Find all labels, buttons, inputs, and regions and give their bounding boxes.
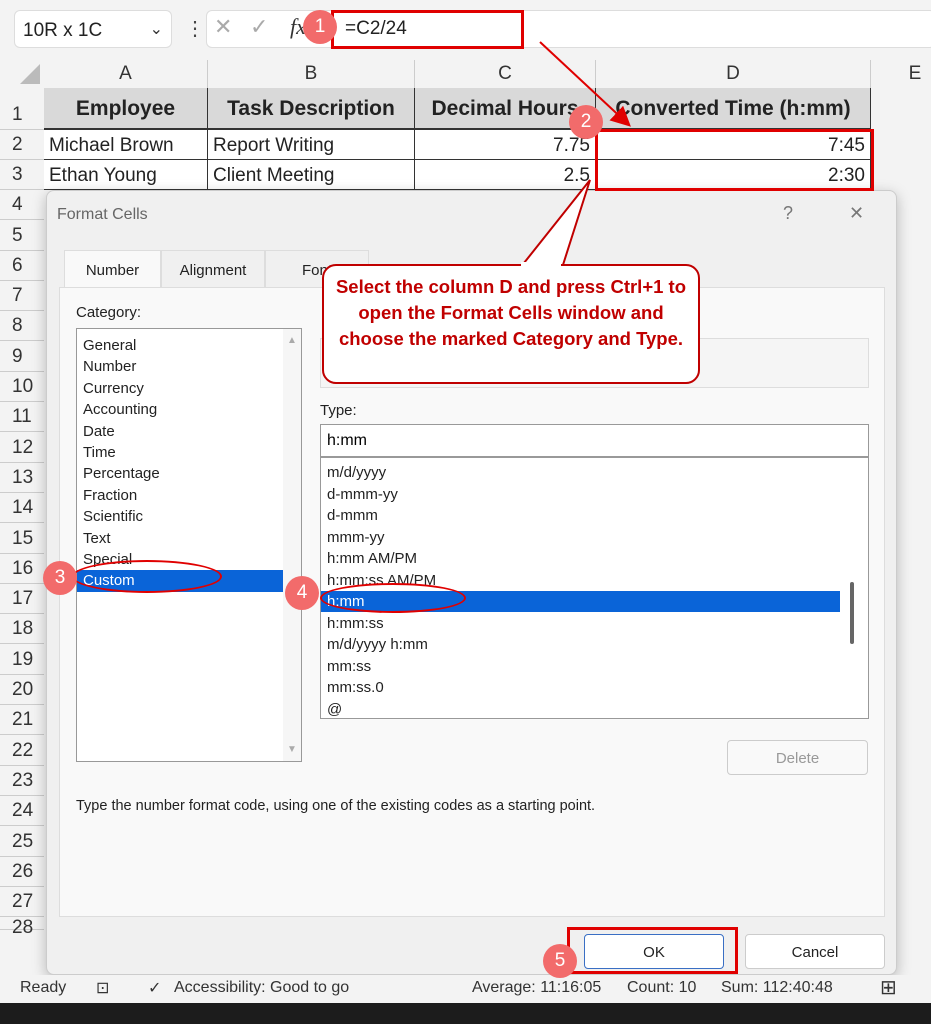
- step-badge-5: 5: [543, 944, 577, 978]
- step-badge-3: 3: [43, 561, 77, 595]
- callout-pointer: [517, 179, 591, 269]
- step-badge-1: 1: [303, 10, 337, 44]
- step-badge-4: 4: [285, 576, 319, 610]
- annotation-arrows: [517, 41, 631, 269]
- instruction-callout: Select the column D and press Ctrl+1 to …: [322, 264, 700, 384]
- step-badge-2: 2: [569, 105, 603, 139]
